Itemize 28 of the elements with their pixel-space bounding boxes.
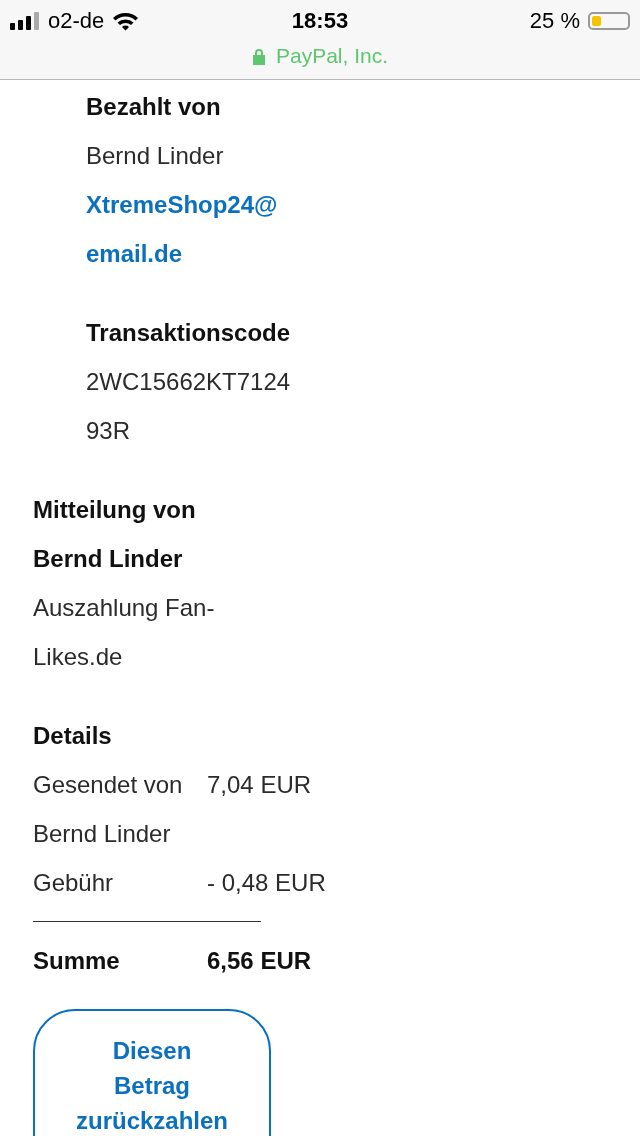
clock-time: 18:53 — [291, 8, 349, 34]
detail-amount: 7,04 EUR — [207, 770, 313, 800]
wifi-icon — [112, 11, 140, 31]
transaction-code: 93R — [86, 416, 132, 446]
detail-amount: - 0,48 EUR — [207, 868, 327, 898]
message-text: Auszahlung Fan- — [33, 593, 216, 623]
signal-icon — [10, 12, 40, 30]
lock-icon — [251, 47, 266, 65]
transaction-code: 2WC15662KT7124 — [86, 367, 292, 397]
detail-label: Gesendet von — [33, 770, 184, 800]
battery-percentage: 25 % — [529, 8, 580, 34]
payer-name: Bernd Linder — [86, 141, 225, 171]
section-label: Transaktionscode — [86, 318, 292, 348]
email-link[interactable]: XtremeShop24@ — [86, 180, 640, 229]
message-text: Likes.de — [33, 642, 124, 672]
section-label: Bezahlt von — [86, 92, 222, 122]
carrier-name: o2-de — [48, 8, 105, 34]
section-label: Mitteilung von — [33, 495, 197, 525]
section-label: Details — [33, 721, 113, 751]
battery-icon — [588, 12, 630, 30]
total-amount: 6,56 EUR — [207, 946, 313, 976]
section-label: Bernd Linder — [33, 544, 184, 574]
detail-label: Bernd Linder — [33, 819, 172, 849]
email-link[interactable]: email.de — [86, 229, 640, 278]
total-label: Summe — [33, 946, 121, 976]
site-name: PayPal, Inc. — [275, 44, 389, 68]
detail-label: Gebühr — [33, 868, 115, 898]
refund-button[interactable]: Diesen Betrag zurückzahlen — [33, 1009, 271, 1136]
